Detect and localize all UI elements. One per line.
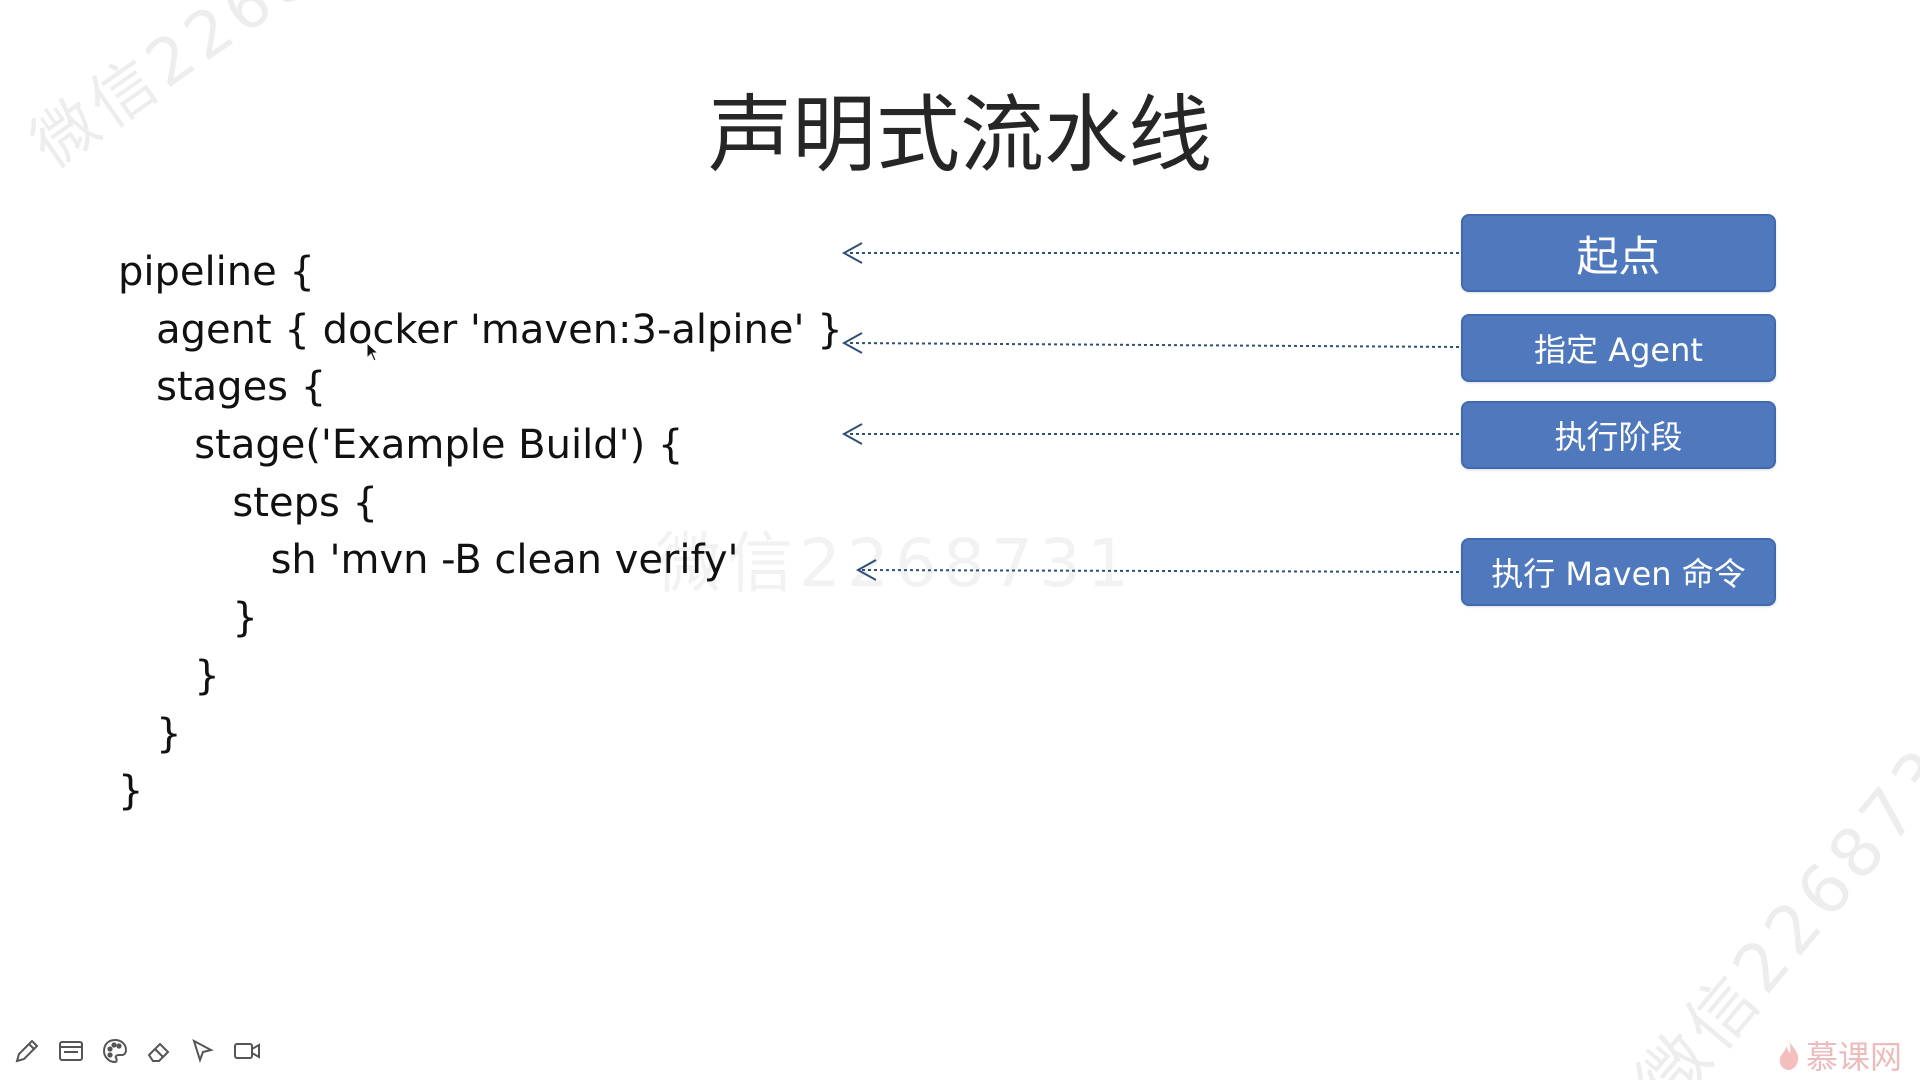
- arrow-line: [847, 342, 1460, 348]
- annotation-stages-box: 执行阶段: [1461, 401, 1776, 469]
- flame-icon: [1779, 1040, 1799, 1070]
- palette-icon[interactable]: [100, 1036, 130, 1066]
- video-camera-icon[interactable]: [232, 1036, 262, 1066]
- arrow-line: [861, 569, 1460, 573]
- annotation-maven-box: 执行 Maven 命令: [1461, 538, 1776, 606]
- window-icon[interactable]: [56, 1036, 86, 1066]
- annotation-agent-box: 指定 Agent: [1461, 314, 1776, 382]
- annotation-start-box: 起点: [1461, 214, 1776, 292]
- eraser-icon[interactable]: [144, 1036, 174, 1066]
- brand-logo: 慕课网: [1776, 1032, 1902, 1078]
- arrow-head: [855, 559, 877, 581]
- pointer-icon[interactable]: [188, 1036, 218, 1066]
- slide: 微信2268731 微信2268731 微信2268731 声明式流水线 pip…: [0, 0, 1920, 1080]
- annotation-toolbar: [12, 1036, 262, 1066]
- mouse-cursor-icon: [366, 342, 380, 362]
- brand-logo-text: 慕课网: [1806, 1038, 1903, 1076]
- pencil-icon[interactable]: [12, 1036, 42, 1066]
